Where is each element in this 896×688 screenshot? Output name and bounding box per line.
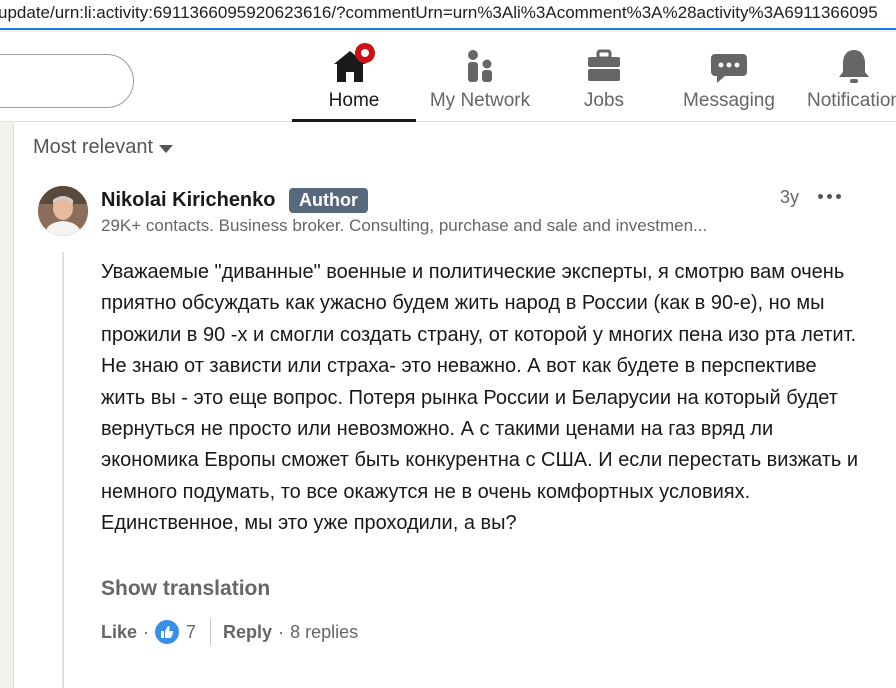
- nav-my-network[interactable]: My Network: [424, 32, 536, 122]
- show-translation-button[interactable]: Show translation: [101, 577, 270, 601]
- nav-home-label: Home: [328, 90, 380, 111]
- network-icon: [460, 46, 500, 86]
- comment-timestamp: 3y: [780, 187, 800, 207]
- like-count[interactable]: 7: [186, 622, 196, 643]
- nav-messaging-label: Messaging: [683, 90, 775, 111]
- thread-line: [62, 252, 64, 688]
- comment-text: Уважаемые "диванные" военные и политичес…: [101, 261, 859, 535]
- caret-down-icon: [159, 144, 174, 153]
- nav-notifications[interactable]: Notification: [800, 32, 896, 122]
- avatar[interactable]: [38, 186, 88, 236]
- briefcase-icon: [584, 46, 624, 86]
- more-options-button[interactable]: [818, 194, 841, 199]
- ellipsis-icon: [818, 194, 823, 199]
- bell-icon: [834, 46, 874, 86]
- comment-author-name[interactable]: Nikolai Kirichenko: [101, 189, 276, 212]
- nav-home[interactable]: Home: [292, 32, 416, 122]
- replies-count[interactable]: 8 replies: [290, 622, 358, 643]
- comment-actions: Like · 7 Reply · 8 replies: [101, 618, 358, 646]
- search-input[interactable]: [0, 54, 134, 108]
- action-divider: [210, 619, 212, 645]
- sort-label: Most relevant: [33, 136, 154, 158]
- sort-dropdown[interactable]: Most relevant: [33, 136, 174, 159]
- nav-my-network-label: My Network: [429, 90, 531, 111]
- global-nav: Home My Network Jobs Messaging Notificat…: [0, 32, 896, 122]
- url-text: update/urn:li:activity:69113660959206236…: [0, 3, 878, 22]
- separator-dot: ·: [278, 621, 285, 642]
- nav-jobs[interactable]: Jobs: [560, 32, 648, 122]
- reply-button[interactable]: Reply: [223, 622, 272, 643]
- nav-messaging[interactable]: Messaging: [676, 32, 782, 122]
- author-badge: Author: [289, 188, 368, 213]
- separator-dot: ·: [143, 621, 150, 642]
- chat-icon: [709, 46, 749, 86]
- like-button[interactable]: Like: [101, 622, 137, 643]
- nav-notifications-label: Notification: [807, 90, 896, 111]
- nav-jobs-label: Jobs: [583, 90, 625, 111]
- author-headline: 29K+ contacts. Business broker. Consulti…: [101, 216, 708, 235]
- home-icon: [334, 43, 375, 86]
- thumbs-up-icon[interactable]: [155, 620, 180, 644]
- browser-address-bar[interactable]: update/urn:li:activity:69113660959206236…: [0, 0, 896, 30]
